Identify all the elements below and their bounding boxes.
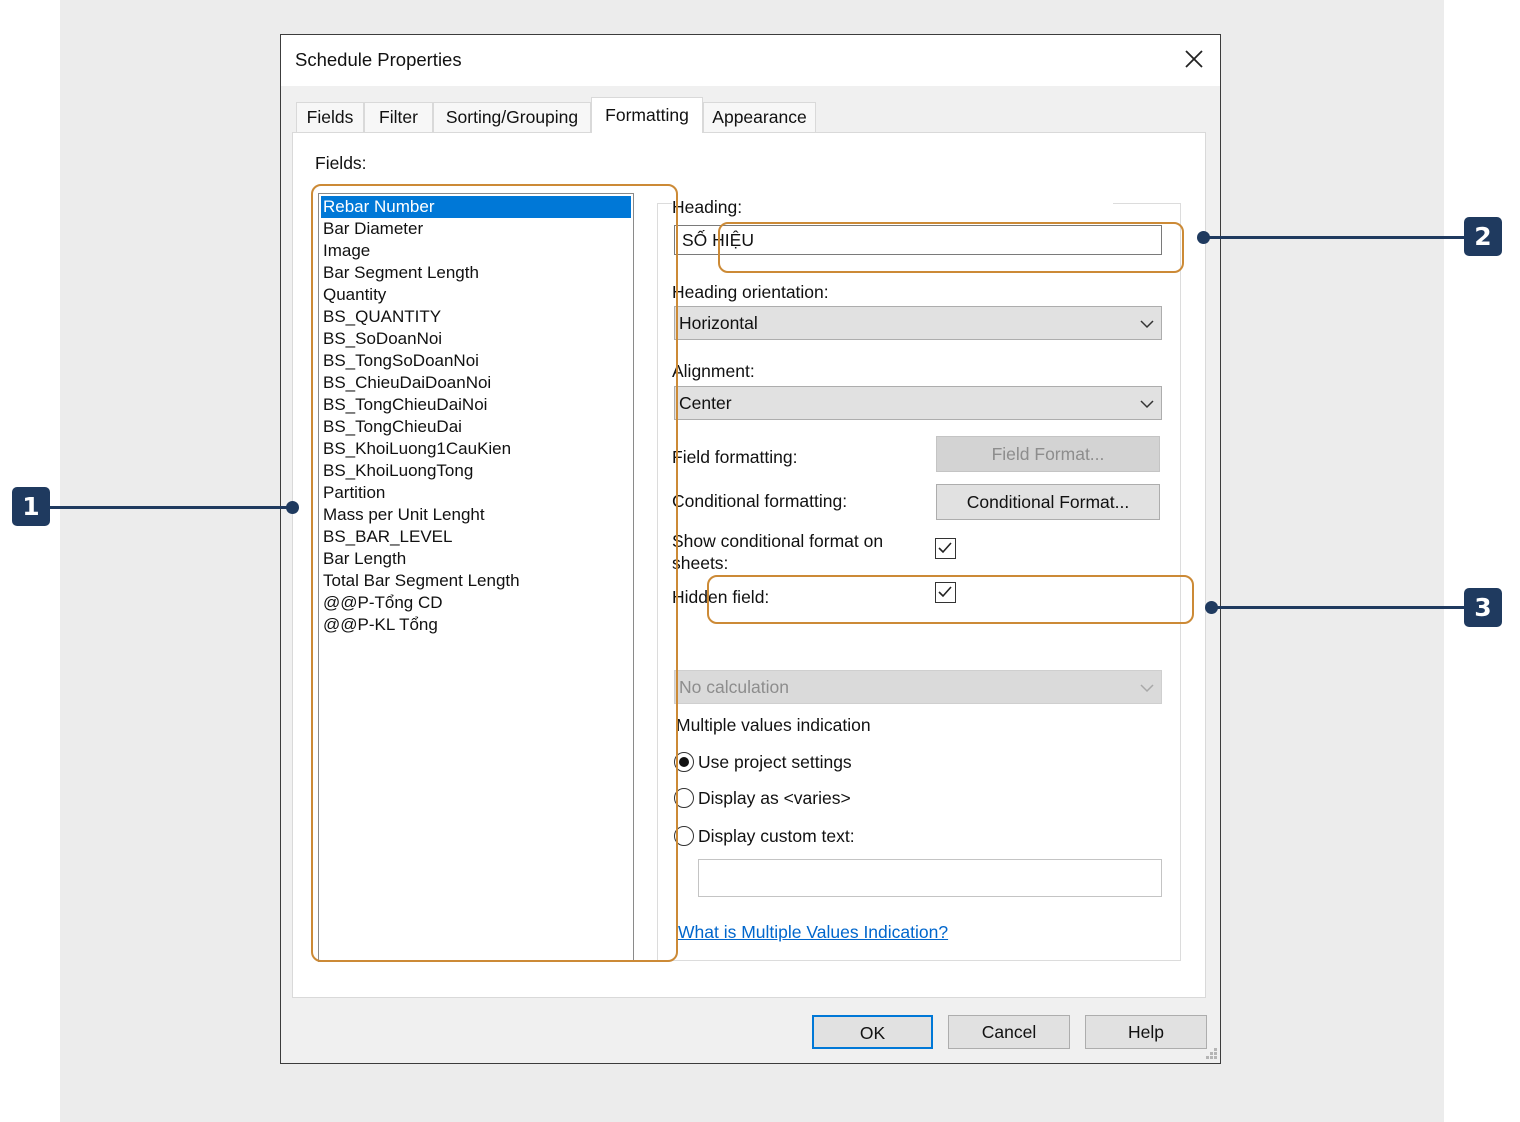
list-item[interactable]: Bar Diameter xyxy=(321,218,631,240)
heading-orientation-label: Heading orientation: xyxy=(672,282,829,302)
tab-formatting[interactable]: Formatting xyxy=(591,97,703,133)
groupbox-bottom-border xyxy=(657,960,1181,961)
list-item[interactable]: Quantity xyxy=(321,284,631,306)
chevron-down-icon xyxy=(1140,320,1154,329)
alignment-dropdown[interactable]: Center xyxy=(674,386,1162,420)
checkmark-icon xyxy=(938,586,952,598)
callout-line-2 xyxy=(1204,236,1464,239)
callout-dot-3 xyxy=(1205,601,1218,614)
ok-button[interactable]: OK xyxy=(812,1015,933,1049)
custom-text-input[interactable] xyxy=(698,859,1162,897)
heading-input[interactable]: SỐ HIỆU xyxy=(674,225,1162,255)
show-conditional-format-checkbox[interactable] xyxy=(935,538,956,559)
list-item[interactable]: Partition xyxy=(321,482,631,504)
groupbox-left-border xyxy=(657,203,658,960)
calculation-dropdown: No calculation xyxy=(674,670,1162,704)
heading-label: Heading: xyxy=(672,197,743,217)
heading-orientation-dropdown[interactable]: Horizontal xyxy=(674,306,1162,340)
list-item[interactable]: BS_TongChieuDai xyxy=(321,416,631,438)
groupbox-top-border xyxy=(657,203,672,204)
groupbox-right-border xyxy=(1180,203,1181,960)
heading-orientation-value: Horizontal xyxy=(679,313,758,333)
callout-dot-1 xyxy=(286,501,299,514)
list-item[interactable]: @@P-Tổng CD xyxy=(321,592,631,614)
checkmark-icon xyxy=(938,542,952,554)
dialog-title: Schedule Properties xyxy=(295,49,462,70)
tab-appearance[interactable]: Appearance xyxy=(703,102,816,132)
list-item[interactable]: @@P-KL Tổng xyxy=(321,614,631,636)
chevron-down-icon xyxy=(1140,684,1154,693)
radio-display-as-varies[interactable] xyxy=(674,788,694,808)
list-item[interactable]: Rebar Number xyxy=(321,196,631,218)
hidden-field-checkbox[interactable] xyxy=(935,582,956,603)
list-item[interactable]: BS_BAR_LEVEL xyxy=(321,526,631,548)
multiple-values-label: Multiple values indication xyxy=(676,715,871,735)
fields-label: Fields: xyxy=(315,153,367,173)
radio-label: Display custom text: xyxy=(698,826,855,846)
field-formatting-label: Field formatting: xyxy=(672,447,798,467)
alignment-label: Alignment: xyxy=(672,361,755,381)
radio-use-project-settings[interactable] xyxy=(674,752,694,772)
resize-grip-icon[interactable] xyxy=(1204,1046,1218,1060)
fields-listbox[interactable]: Rebar Number Bar Diameter Image Bar Segm… xyxy=(318,193,634,962)
list-item[interactable]: BS_TongSoDoanNoi xyxy=(321,350,631,372)
callout-line-1 xyxy=(50,506,292,509)
tab-sorting-grouping[interactable]: Sorting/Grouping xyxy=(433,102,591,132)
calculation-value: No calculation xyxy=(679,677,789,697)
show-conditional-format-label: Show conditional format on sheets: xyxy=(672,531,884,573)
list-item[interactable]: Total Bar Segment Length xyxy=(321,570,631,592)
radio-display-custom-text[interactable] xyxy=(674,826,694,846)
chevron-down-icon xyxy=(1140,400,1154,409)
multiple-values-help-link[interactable]: What is Multiple Values Indication? xyxy=(678,921,948,943)
list-item[interactable]: BS_KhoiLuongTong xyxy=(321,460,631,482)
hidden-field-label: Hidden field: xyxy=(672,587,770,607)
alignment-value: Center xyxy=(679,393,732,413)
groupbox-top-border xyxy=(1113,203,1180,204)
help-button[interactable]: Help xyxy=(1085,1015,1207,1049)
list-item[interactable]: Bar Length xyxy=(321,548,631,570)
callout-badge-3: 3 xyxy=(1464,588,1502,627)
list-item[interactable]: BS_TongChieuDaiNoi xyxy=(321,394,631,416)
tab-filter[interactable]: Filter xyxy=(364,102,433,132)
list-item[interactable]: BS_QUANTITY xyxy=(321,306,631,328)
cancel-button[interactable]: Cancel xyxy=(948,1015,1070,1049)
radio-label: Use project settings xyxy=(698,752,852,772)
field-format-button[interactable]: Field Format... xyxy=(936,436,1160,472)
radio-label: Display as <varies> xyxy=(698,788,851,808)
close-icon[interactable] xyxy=(1183,48,1205,70)
list-item[interactable]: Mass per Unit Lenght xyxy=(321,504,631,526)
list-item[interactable]: BS_SoDoanNoi xyxy=(321,328,631,350)
list-item[interactable]: BS_ChieuDaiDoanNoi xyxy=(321,372,631,394)
list-item[interactable]: Bar Segment Length xyxy=(321,262,631,284)
list-item[interactable]: BS_KhoiLuong1CauKien xyxy=(321,438,631,460)
conditional-formatting-label: Conditional formatting: xyxy=(672,491,848,511)
conditional-format-button[interactable]: Conditional Format... xyxy=(936,484,1160,520)
list-item[interactable]: Image xyxy=(321,240,631,262)
callout-dot-2 xyxy=(1197,231,1210,244)
callout-line-3 xyxy=(1212,606,1464,609)
tab-fields[interactable]: Fields xyxy=(296,102,364,132)
callout-badge-1: 1 xyxy=(12,487,50,526)
callout-badge-2: 2 xyxy=(1464,217,1502,256)
